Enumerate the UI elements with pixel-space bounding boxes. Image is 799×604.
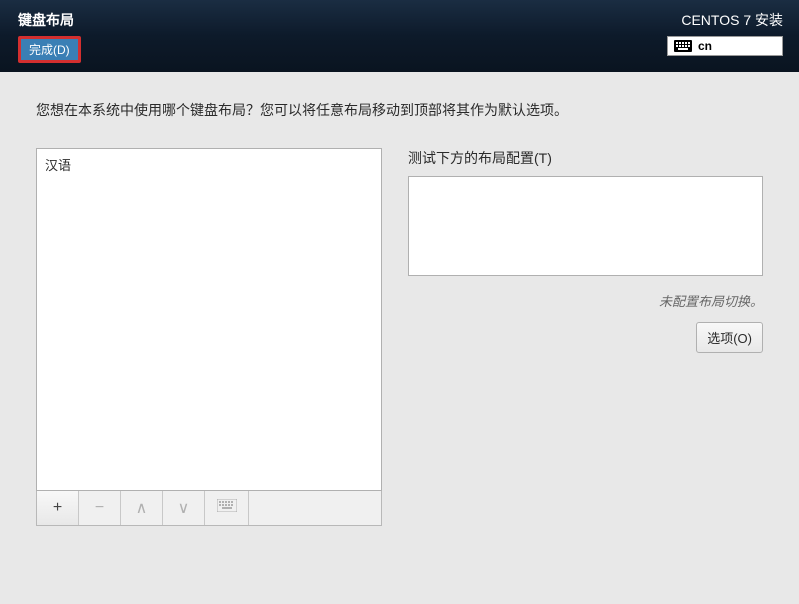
layout-toolbar: + − ∧ ∨ <box>36 491 382 526</box>
product-title: CENTOS 7 安装 <box>681 8 783 30</box>
test-input[interactable] <box>408 176 763 276</box>
done-button[interactable]: 完成(D) <box>18 36 81 63</box>
list-item[interactable]: 汉语 <box>45 155 373 174</box>
locale-indicator[interactable]: cn <box>667 36 783 56</box>
instruction-text: 您想在本系统中使用哪个键盘布局？您可以将任意布局移动到顶部将其作为默认选项。 <box>36 100 763 120</box>
add-button[interactable]: + <box>37 491 79 525</box>
keyboard-icon <box>217 499 237 517</box>
locale-text: cn <box>698 39 712 53</box>
status-text: 未配置布局切换。 <box>408 291 763 310</box>
show-keyboard-button[interactable] <box>205 491 249 525</box>
keyboard-icon <box>674 40 692 52</box>
move-up-button[interactable]: ∧ <box>121 491 163 525</box>
options-button[interactable]: 选项(O) <box>696 322 763 353</box>
move-down-button[interactable]: ∨ <box>163 491 205 525</box>
layout-list[interactable]: 汉语 <box>36 148 382 491</box>
remove-button[interactable]: − <box>79 491 121 525</box>
test-label: 测试下方的布局配置(T) <box>408 148 763 168</box>
page-title: 键盘布局 <box>18 8 81 30</box>
